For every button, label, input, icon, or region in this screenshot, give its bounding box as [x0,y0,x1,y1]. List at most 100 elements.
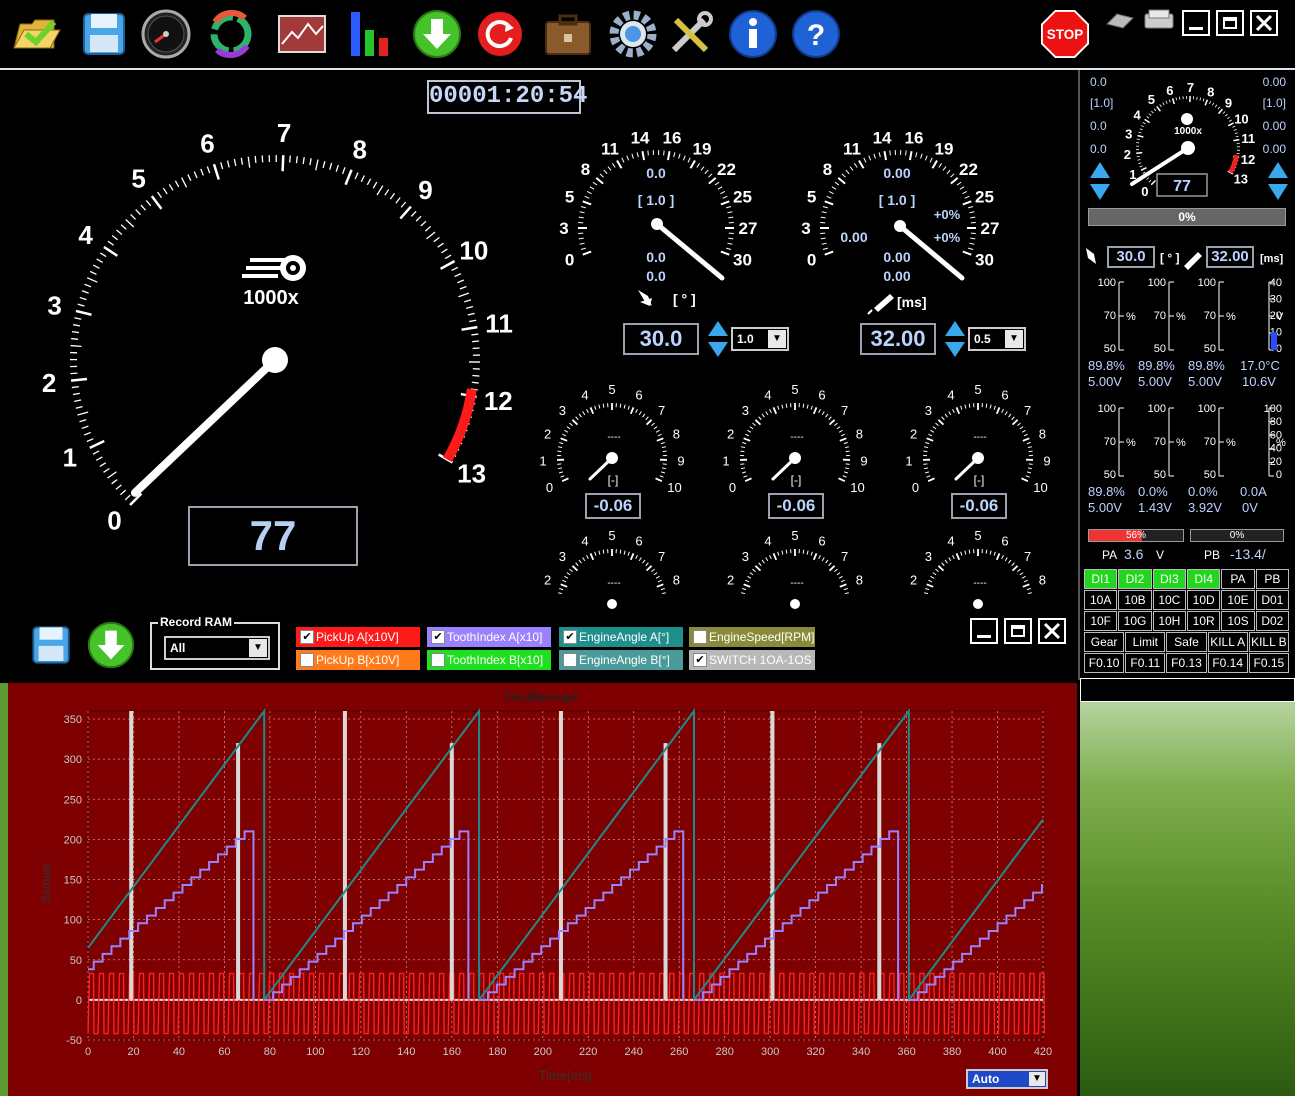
chip-icon[interactable] [1105,10,1135,30]
gauge-tick-label: 11 [601,139,619,158]
stop-button[interactable]: STOP [1040,8,1090,60]
channel-toggle[interactable]: ✔ PickUp A[x10V] [296,627,420,647]
io-status-cell: D01 [1255,590,1289,610]
save-icon[interactable] [78,8,130,60]
maximize-button[interactable] [1216,10,1244,36]
svg-text:V: V [1156,548,1164,562]
gauge-tick-label: 22 [717,160,736,179]
gauge-tick-label: 0 [565,250,574,269]
record-ram-select[interactable]: All ▼ [164,636,270,660]
drive-icon[interactable] [1143,8,1175,34]
io-status-cell: KILL A [1207,632,1248,652]
gear-icon[interactable] [607,8,659,60]
rpm-tick [156,191,163,199]
channel-toggle[interactable]: ToothIndex B[x10] [427,650,551,670]
svg-text:3.92V: 3.92V [1188,500,1222,515]
rpm-tick [72,324,81,327]
io-status-cell: 10D [1187,590,1221,610]
rpm-tick [424,226,432,232]
minimize-button[interactable] [1182,10,1210,36]
svg-text:STOP: STOP [1047,27,1083,42]
rpm-tick [458,292,469,298]
sync-icon[interactable] [205,8,257,60]
download-icon[interactable] [411,8,463,60]
svg-text:[ ° ]: [ ° ] [1160,251,1179,265]
channel-toggle[interactable]: PickUp B[x10V] [296,650,420,670]
rpm-tick [465,305,474,309]
info-icon[interactable] [727,8,779,60]
tools-icon[interactable] [664,8,716,60]
osc-maximize-button[interactable] [1004,618,1032,644]
channel-toggle[interactable]: EngineSpeed[RPM] [689,627,815,647]
channel-checkbox[interactable] [431,653,445,667]
channel-checkbox[interactable]: ✔ [563,630,577,644]
aux-tick-label: 9 [677,453,684,468]
channel-checkbox[interactable] [693,630,707,644]
rpm-tick [372,181,378,189]
advance-value[interactable]: 30.0 [623,323,699,355]
aux-tick-label: 3 [925,549,932,564]
channel-toggle[interactable]: EngineAngle B[°] [559,650,683,670]
io-status-cell: F0.14 [1207,653,1248,673]
rpm-tick [107,471,117,479]
speedometer-icon[interactable] [140,8,192,60]
refresh-icon[interactable] [474,8,526,60]
svg-text:50: 50 [1204,469,1216,481]
inject-value[interactable]: 32.00 [860,323,936,355]
aux-tick-label: 2 [544,426,551,441]
aux-tick-label: 4 [581,387,588,402]
rpm-tick-label: 0 [107,506,121,536]
gauge-tick-label: 27 [981,219,1000,238]
download-record-icon[interactable] [86,620,136,675]
osc-scale-select[interactable]: Auto ▼ [966,1069,1048,1089]
channel-toggle[interactable]: ✔ SWITCH 1OA-1OS [689,650,815,670]
channel-checkbox[interactable] [563,653,577,667]
aux-tick-label: 4 [581,533,588,548]
spark-icon [638,290,652,306]
channel-toggle[interactable]: ✔ EngineAngle A[°] [559,627,683,647]
channel-checkbox[interactable] [300,653,314,667]
oscilloscope-title: Oscilloscope [504,690,578,705]
svg-text:PA: PA [1102,548,1117,562]
bar-chart-icon[interactable] [345,8,397,60]
rpm-tick [439,260,456,270]
advance-stepper-icon[interactable] [707,320,729,358]
help-icon[interactable]: ? [790,8,842,60]
rpm-tick [120,489,127,496]
io-status-cell: DI1 [1084,569,1118,589]
open-folder-icon[interactable] [10,8,62,60]
svg-text:77: 77 [1173,178,1191,195]
osc-x-tick: 0 [85,1046,91,1058]
line-chart-icon[interactable] [276,8,328,60]
inject-step-select[interactable]: 0.5 ▼ [968,327,1026,351]
channel-toggle[interactable]: ✔ ToothIndex A[x10] [427,627,551,647]
rpm-tick [74,399,82,403]
toolbox-icon[interactable] [542,8,594,60]
rpm-tick [341,167,346,175]
osc-switch-pulse [663,743,668,1000]
osc-minimize-button[interactable] [970,618,998,644]
osc-x-tick: 260 [670,1046,688,1058]
inject-stepper-icon[interactable] [944,320,966,358]
svg-text:70: 70 [1154,436,1166,448]
rpm-tick [168,184,174,191]
save-record-icon[interactable] [28,622,74,673]
rpm-tick [96,258,104,263]
channel-checkbox[interactable]: ✔ [300,630,314,644]
oscilloscope-chart[interactable]: Oscilloscope Sample Time[ms] 0 20 40 60 80 10… [8,683,1077,1096]
aux-tick-label: 6 [1001,533,1008,548]
rpm-tick [441,248,448,254]
rpm-tick [472,340,480,343]
osc-close-button[interactable] [1038,618,1066,644]
close-button[interactable] [1250,10,1278,36]
svg-text:0: 0 [1141,184,1148,199]
channel-checkbox[interactable]: ✔ [431,630,445,644]
io-status-cell: F0.10 [1084,653,1125,673]
rpm-tick [426,231,436,240]
osc-switch-pulse [558,711,563,1000]
rpm-tick [84,283,92,288]
advance-step-select[interactable]: 1.0 ▼ [731,327,789,351]
aux-tick-label: 8 [856,426,863,441]
channel-checkbox[interactable]: ✔ [693,653,707,667]
svg-text:0.0A: 0.0A [1240,484,1267,499]
